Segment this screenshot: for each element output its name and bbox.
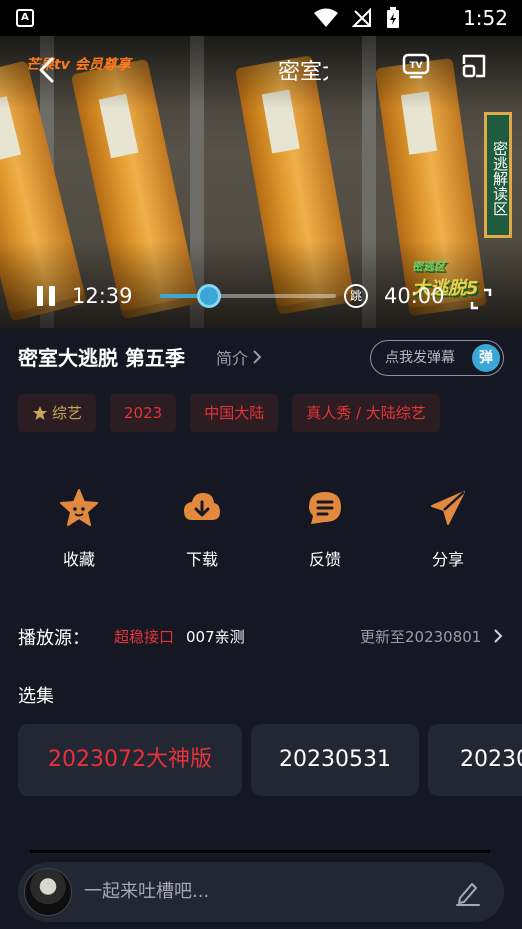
current-time: 12:39 [72, 284, 133, 308]
progress-slider[interactable] [160, 284, 336, 308]
clock: 1:52 [463, 6, 508, 30]
download-label: 下载 [185, 550, 218, 569]
video-player[interactable]: 芒果tv 会员尊享 密室大逃脱 TV 密逃解读区 密逃区 大逃脱5 12:39 … [0, 36, 522, 328]
episode-item[interactable]: 20230531 [251, 724, 419, 796]
comment-bar[interactable]: 一起来吐槽吧... [18, 862, 504, 922]
title-row: 密室大逃脱 第五季 简介 点我发弹幕 弹 [18, 340, 504, 376]
star-icon [33, 406, 47, 420]
chevron-right-icon [253, 350, 262, 364]
wifi-icon [314, 8, 338, 27]
no-signal-icon [352, 8, 371, 27]
episodes-heading: 选集 [18, 686, 54, 707]
tag-list: 综艺 2023 中国大陆 真人秀 / 大陆综艺 [18, 394, 440, 432]
download-button[interactable]: 下载 [162, 488, 242, 570]
show-title: 密室大逃脱 第五季 [18, 346, 185, 370]
feedback-label: 反馈 [308, 550, 341, 569]
favorite-button[interactable]: 收藏 [39, 488, 119, 570]
danmaku-placeholder: 点我发弹幕 [385, 350, 455, 366]
app-notification-icon: A [16, 9, 34, 27]
side-banner[interactable]: 密逃解读区 [484, 112, 512, 238]
back-arrow-icon[interactable] [36, 56, 60, 84]
status-bar: A 1:52 [0, 0, 522, 36]
battery-charging-icon [387, 7, 399, 28]
source-name[interactable]: 超稳接口 [114, 626, 174, 647]
feedback-icon [309, 492, 341, 524]
danmaku-badge-icon: 弹 [472, 344, 500, 372]
chevron-right-icon[interactable] [492, 628, 504, 644]
total-time: 40:00 [384, 284, 445, 308]
svg-text:TV: TV [409, 61, 422, 71]
episode-list[interactable]: 2023072大神版 20230531 20230524 [18, 724, 522, 796]
pause-bar [49, 286, 55, 306]
play-source-row[interactable]: 播放源： 超稳接口 007亲测 更新至20230801 [18, 624, 504, 652]
fullscreen-icon[interactable] [470, 288, 492, 310]
avatar[interactable] [24, 868, 72, 916]
edit-pencil-icon[interactable] [454, 878, 482, 906]
video-title: 密室大逃脱 [278, 60, 328, 85]
star-icon [60, 489, 98, 526]
share-icon [431, 491, 465, 525]
pause-button[interactable] [34, 284, 58, 308]
divider [30, 850, 490, 853]
tag-genre[interactable]: 真人秀 / 大陆综艺 [292, 394, 440, 432]
source-note: 007亲测 [186, 628, 245, 646]
picture-in-picture-icon[interactable] [460, 52, 488, 80]
pause-bar [37, 286, 43, 306]
update-status[interactable]: 更新至20230801 [360, 626, 486, 647]
tag-year[interactable]: 2023 [110, 394, 177, 432]
share-button[interactable]: 分享 [408, 488, 488, 570]
skip-intro-button[interactable]: 跳 [344, 284, 368, 308]
system-icons [314, 7, 400, 29]
cast-tv-icon[interactable]: TV [402, 52, 430, 80]
episode-item-active[interactable]: 2023072大神版 [18, 724, 242, 796]
tag-label: 综艺 [52, 404, 83, 422]
comment-input[interactable]: 一起来吐槽吧... [84, 862, 209, 922]
feedback-button[interactable]: 反馈 [285, 488, 365, 570]
tag-region[interactable]: 中国大陆 [190, 394, 279, 432]
intro-label: 简介 [216, 349, 249, 368]
tag-category[interactable]: 综艺 [18, 394, 97, 432]
source-label: 播放源： [18, 628, 90, 649]
episode-item[interactable]: 20230524 [428, 724, 522, 796]
danmaku-input-button[interactable]: 点我发弹幕 弹 [370, 340, 504, 376]
intro-link[interactable]: 简介 [216, 345, 262, 369]
download-icon [184, 493, 220, 520]
action-bar: 收藏 下载 反馈 分享 [0, 488, 522, 572]
favorite-label: 收藏 [62, 550, 95, 569]
show-logo-sub: 密逃区 [412, 260, 445, 273]
share-label: 分享 [431, 550, 464, 569]
